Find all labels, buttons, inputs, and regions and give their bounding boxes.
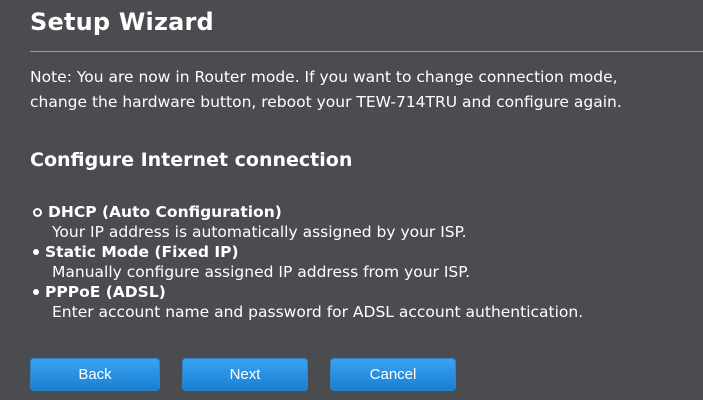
option-static-radio[interactable]: Static Mode (Fixed IP): [32, 242, 702, 262]
mode-note: Note: You are now in Router mode. If you…: [30, 65, 700, 115]
option-dhcp: DHCP (Auto Configuration) Your IP addres…: [32, 202, 702, 242]
note-line-2: change the hardware button, reboot your …: [30, 93, 622, 111]
back-button[interactable]: Back: [30, 358, 160, 391]
page-title: Setup Wizard: [30, 8, 214, 36]
setup-wizard-page: Setup Wizard Note: You are now in Router…: [0, 0, 703, 400]
cancel-button[interactable]: Cancel: [330, 358, 456, 391]
title-divider: [30, 51, 703, 52]
option-dhcp-label[interactable]: DHCP (Auto Configuration): [48, 202, 282, 222]
radio-selected-icon[interactable]: [33, 207, 42, 217]
connection-options: DHCP (Auto Configuration) Your IP addres…: [32, 202, 702, 322]
radio-unselected-icon[interactable]: [33, 249, 39, 255]
note-line-1: Note: You are now in Router mode. If you…: [30, 68, 618, 86]
option-pppoe: PPPoE (ADSL) Enter account name and pass…: [32, 282, 702, 322]
option-dhcp-description: Your IP address is automatically assigne…: [52, 223, 467, 241]
option-static-label[interactable]: Static Mode (Fixed IP): [45, 242, 239, 262]
section-title: Configure Internet connection: [30, 149, 353, 171]
option-pppoe-description: Enter account name and password for ADSL…: [52, 303, 584, 321]
option-static-description: Manually configure assigned IP address f…: [52, 263, 471, 281]
option-pppoe-radio[interactable]: PPPoE (ADSL): [32, 282, 702, 302]
wizard-buttons: Back Next Cancel: [30, 358, 456, 391]
next-button[interactable]: Next: [182, 358, 308, 391]
radio-unselected-icon[interactable]: [33, 289, 39, 295]
option-pppoe-label[interactable]: PPPoE (ADSL): [45, 282, 166, 302]
option-dhcp-radio[interactable]: DHCP (Auto Configuration): [32, 202, 702, 222]
option-static: Static Mode (Fixed IP) Manually configur…: [32, 242, 702, 282]
